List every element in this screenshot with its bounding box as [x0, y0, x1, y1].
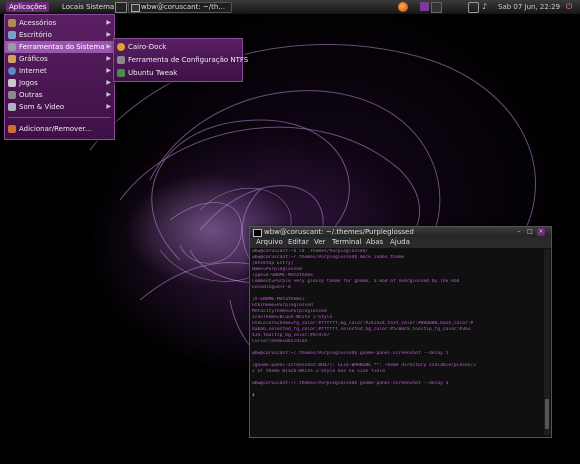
- menu-item-ntfs-config[interactable]: Ferramenta de Configuração NTFS: [114, 54, 248, 66]
- terminal-icon: [131, 4, 140, 12]
- menu-help[interactable]: Ajuda: [390, 237, 410, 248]
- clock[interactable]: Sab 07 Jun, 22:29: [498, 2, 560, 12]
- chevron-right-icon: ▶: [106, 55, 111, 62]
- applications-menu: Acessórios ▶ Escritório ▶ Ferramentas do…: [4, 14, 115, 140]
- menu-item-label: Cairo-Dock: [128, 43, 167, 51]
- terminal-menubar: Arquivo Editar Ver Terminal Abas Ajuda: [250, 237, 551, 248]
- menu-item-graphics[interactable]: Gráficos ▶: [5, 53, 114, 65]
- accessories-icon: [8, 19, 16, 27]
- games-icon: [8, 79, 16, 87]
- ubuntu-tweak-icon: [117, 69, 125, 77]
- workspace-icon[interactable]: [431, 2, 442, 13]
- desktop: Aplicações Locais Sistema wbw@coruscant:…: [0, 0, 580, 464]
- add-remove-icon: [8, 125, 16, 133]
- chevron-right-icon: ▶: [106, 31, 111, 38]
- system-tools-icon: [8, 43, 16, 51]
- network-icon[interactable]: [468, 2, 479, 13]
- chevron-right-icon: ▶: [106, 43, 111, 50]
- menu-item-other[interactable]: Outras ▶: [5, 89, 114, 101]
- terminal-output[interactable]: wbw@coruscant:~$ cd .themes/Purpleglosse…: [252, 249, 542, 435]
- places-menu-button[interactable]: Locais: [62, 2, 84, 12]
- menu-item-add-remove[interactable]: Adicionar/Remover...: [5, 123, 114, 135]
- workspace-icon[interactable]: [420, 2, 429, 11]
- menu-item-label: Adicionar/Remover...: [19, 125, 92, 133]
- menu-view[interactable]: Ver: [314, 237, 325, 248]
- menu-item-internet[interactable]: Internet ▶: [5, 65, 114, 77]
- maximize-button[interactable]: □: [526, 228, 534, 236]
- menu-item-label: Internet: [19, 67, 47, 75]
- chevron-right-icon: ▶: [106, 103, 111, 110]
- menu-tabs[interactable]: Abas: [366, 237, 383, 248]
- menu-item-label: Jogos: [19, 79, 38, 87]
- menu-separator: [8, 117, 111, 118]
- minimize-button[interactable]: –: [515, 228, 523, 236]
- menu-terminal[interactable]: Terminal: [332, 237, 362, 248]
- power-icon[interactable]: ⏻: [566, 2, 575, 11]
- menu-item-cairo-dock[interactable]: Cairo-Dock: [114, 41, 242, 53]
- menu-item-label: Acessórios: [19, 19, 57, 27]
- menu-item-system-tools[interactable]: Ferramentas do Sistema ▶: [5, 41, 114, 53]
- menu-item-label: Ferramentas do Sistema: [19, 43, 105, 51]
- terminal-cursor: ▮: [252, 393, 255, 398]
- system-tools-submenu: Cairo-Dock Ferramenta de Configuração NT…: [113, 38, 248, 82]
- cairo-dock-icon: [117, 43, 125, 51]
- applications-menu-button[interactable]: Aplicações: [6, 2, 50, 12]
- menu-item-office[interactable]: Escritório ▶: [5, 29, 114, 41]
- close-button[interactable]: ×: [537, 228, 545, 236]
- menu-item-games[interactable]: Jogos ▶: [5, 77, 114, 89]
- menu-item-label: Escritório: [19, 31, 52, 39]
- chevron-right-icon: ▶: [106, 67, 111, 74]
- window-title: wbw@coruscant: ~/.themes/Purpleglossed: [264, 228, 414, 236]
- menu-item-ubuntu-tweak[interactable]: Ubuntu Tweak: [114, 67, 242, 79]
- sound-video-icon: [8, 103, 16, 111]
- terminal-window: wbw@coruscant: ~/.themes/Purpleglossed –…: [249, 226, 552, 438]
- volume-icon[interactable]: ♪: [482, 2, 491, 11]
- menu-item-label: Ubuntu Tweak: [128, 69, 178, 77]
- terminal-launcher-icon[interactable]: [115, 2, 127, 13]
- internet-icon: [8, 67, 16, 75]
- graphics-icon: [8, 55, 16, 63]
- taskbar-window-label: wbw@coruscant: ~/th...: [141, 3, 225, 11]
- menu-item-label: Ferramenta de Configuração NTFS: [128, 56, 249, 64]
- menu-item-label: Som & Vídeo: [19, 103, 65, 111]
- system-menu-button[interactable]: Sistema: [86, 2, 114, 12]
- menu-edit[interactable]: Editar: [288, 237, 309, 248]
- taskbar-window-button[interactable]: wbw@coruscant: ~/th...: [128, 2, 232, 13]
- scrollbar-thumb[interactable]: [545, 399, 549, 429]
- terminal-titlebar[interactable]: wbw@coruscant: ~/.themes/Purpleglossed –…: [250, 227, 551, 237]
- menu-item-label: Gráficos: [19, 55, 48, 63]
- office-icon: [8, 31, 16, 39]
- wallpaper-swirl: [169, 202, 242, 264]
- ntfs-config-icon: [117, 56, 125, 64]
- terminal-icon: [253, 229, 262, 237]
- menu-file[interactable]: Arquivo: [256, 237, 283, 248]
- chevron-right-icon: ▶: [106, 79, 111, 86]
- terminal-scrollbar[interactable]: [544, 249, 550, 435]
- chevron-right-icon: ▶: [106, 91, 111, 98]
- other-icon: [8, 91, 16, 99]
- menu-item-accessories[interactable]: Acessórios ▶: [5, 17, 114, 29]
- top-panel: Aplicações Locais Sistema wbw@coruscant:…: [0, 0, 580, 15]
- chevron-right-icon: ▶: [106, 19, 111, 26]
- menu-item-sound-video[interactable]: Som & Vídeo ▶: [5, 101, 114, 113]
- firefox-icon[interactable]: [398, 2, 408, 12]
- menu-item-label: Outras: [19, 91, 43, 99]
